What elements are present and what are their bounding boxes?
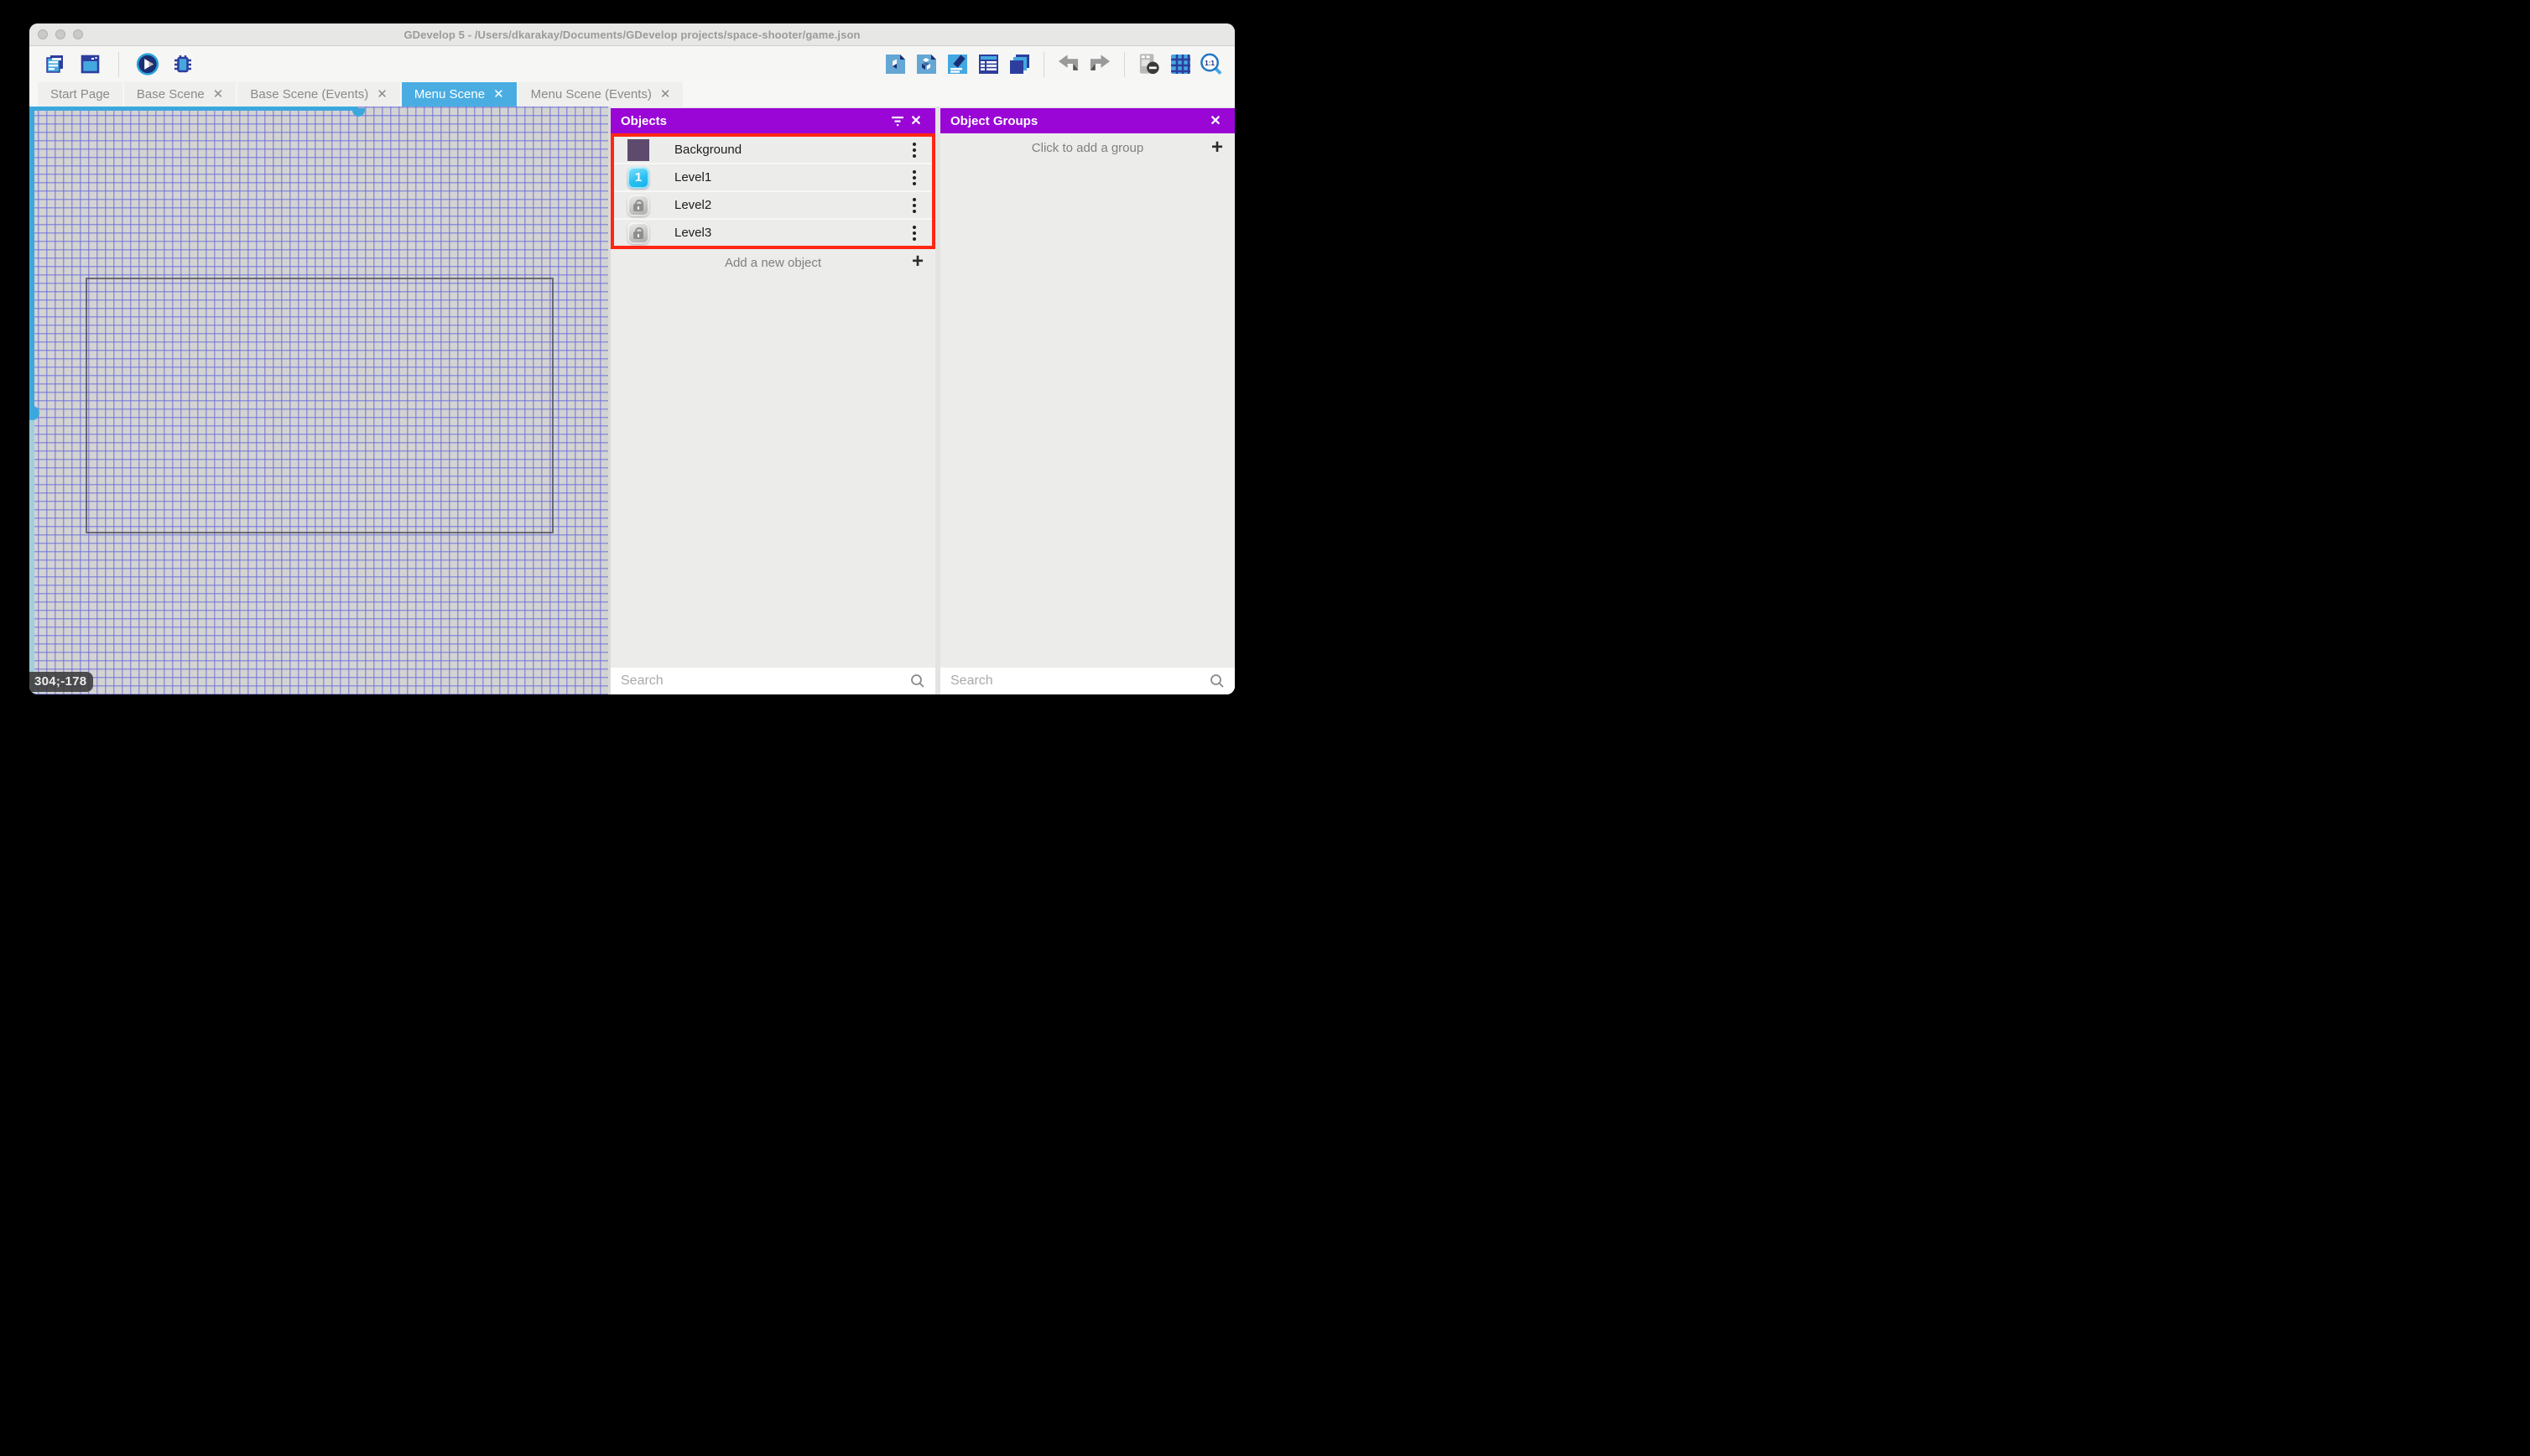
object-row-level1[interactable]: 1 Level1 bbox=[614, 164, 932, 192]
close-icon[interactable]: ✕ bbox=[660, 88, 671, 101]
groups-search-bar bbox=[940, 668, 1235, 694]
add-group-button[interactable]: + bbox=[1211, 138, 1223, 158]
object-name: Level2 bbox=[674, 198, 712, 212]
lock-icon bbox=[633, 226, 643, 239]
app-window: GDevelop 5 - /Users/dkarakay/Documents/G… bbox=[29, 23, 1235, 694]
object-row-level2[interactable]: Level2 bbox=[614, 192, 932, 220]
tutorial-highlight-box: Background 1 Level1 Level2 Level3 bbox=[611, 133, 935, 249]
undo-icon[interactable] bbox=[1057, 53, 1080, 76]
groups-search-input[interactable] bbox=[949, 673, 1208, 689]
object-name: Background bbox=[674, 143, 742, 157]
tab-menu-scene[interactable]: Menu Scene ✕ bbox=[401, 82, 517, 107]
add-object-button[interactable]: + bbox=[912, 252, 924, 272]
locked-button-thumbnail bbox=[627, 194, 649, 216]
selection-left-edge bbox=[29, 107, 34, 417]
object-row-background[interactable]: Background bbox=[614, 137, 932, 164]
project-manager-icon[interactable] bbox=[43, 53, 66, 76]
add-object-label: Add a new object bbox=[724, 255, 822, 270]
window-title: GDevelop 5 - /Users/dkarakay/Documents/G… bbox=[403, 28, 861, 41]
add-object-row[interactable]: Add a new object + bbox=[611, 249, 935, 276]
zoom-original-icon[interactable]: 1:1 bbox=[1200, 53, 1223, 76]
toggle-grid-icon[interactable] bbox=[1169, 53, 1192, 76]
toggle-instances-mask-icon[interactable] bbox=[1137, 53, 1161, 76]
objects-panel: Objects ✕ Background 1 Level1 Level2 Lev… bbox=[611, 107, 935, 694]
redo-icon[interactable] bbox=[1088, 53, 1111, 76]
scene-window-frame bbox=[86, 278, 554, 533]
launch-debugger-icon[interactable] bbox=[171, 53, 195, 76]
search-icon[interactable] bbox=[908, 672, 927, 690]
object-groups-panel-title: Object Groups bbox=[950, 113, 1039, 128]
objects-search-bar bbox=[611, 668, 935, 694]
minimize-window-button[interactable] bbox=[55, 29, 65, 39]
toolbar-separator bbox=[1124, 51, 1125, 77]
objects-panel-title: Objects bbox=[621, 113, 668, 128]
scene-window-icon[interactable] bbox=[78, 53, 102, 76]
open-properties-panel-icon[interactable] bbox=[945, 53, 969, 76]
object-menu-icon[interactable] bbox=[910, 168, 919, 188]
close-icon[interactable]: ✕ bbox=[907, 112, 925, 130]
close-icon[interactable]: ✕ bbox=[213, 88, 224, 101]
selection-top-edge bbox=[29, 107, 358, 111]
selection-handle-top[interactable] bbox=[352, 108, 365, 117]
search-icon[interactable] bbox=[1208, 672, 1226, 690]
add-group-row[interactable]: Click to add a group + bbox=[940, 133, 1235, 162]
filter-icon[interactable] bbox=[888, 112, 907, 130]
object-row-level3[interactable]: Level3 bbox=[614, 220, 932, 246]
object-menu-icon[interactable] bbox=[910, 140, 919, 160]
add-group-label: Click to add a group bbox=[1031, 140, 1144, 155]
tab-base-scene[interactable]: Base Scene ✕ bbox=[123, 82, 237, 107]
objects-panel-header: Objects ✕ bbox=[611, 108, 935, 133]
scene-editor-canvas[interactable]: 304;-178 bbox=[29, 107, 608, 694]
object-menu-icon[interactable] bbox=[910, 223, 919, 243]
close-icon[interactable]: ✕ bbox=[1206, 112, 1225, 130]
object-name: Level1 bbox=[674, 170, 712, 185]
open-layers-panel-icon[interactable] bbox=[1007, 53, 1031, 76]
selection-left-edge-lower bbox=[29, 417, 34, 694]
svg-text:1:1: 1:1 bbox=[1205, 60, 1215, 67]
level-one-button-thumbnail: 1 bbox=[627, 166, 649, 189]
launch-preview-icon[interactable] bbox=[136, 53, 159, 76]
title-bar: GDevelop 5 - /Users/dkarakay/Documents/G… bbox=[29, 23, 1235, 46]
close-icon[interactable]: ✕ bbox=[377, 88, 388, 101]
tab-bar: Start Page Base Scene ✕ Base Scene (Even… bbox=[29, 82, 1235, 107]
selection-handle-left[interactable] bbox=[29, 406, 39, 420]
object-name: Level3 bbox=[674, 226, 712, 240]
cursor-coordinates-badge: 304;-178 bbox=[29, 672, 94, 692]
lock-icon bbox=[633, 199, 643, 211]
open-object-groups-panel-icon[interactable] bbox=[914, 53, 938, 76]
object-menu-icon[interactable] bbox=[910, 195, 919, 216]
tab-menu-scene-events[interactable]: Menu Scene (Events) ✕ bbox=[518, 82, 684, 107]
traffic-lights bbox=[38, 29, 83, 39]
open-instances-list-icon[interactable] bbox=[976, 53, 1000, 76]
toolbar-separator bbox=[118, 51, 119, 77]
object-groups-panel: Object Groups ✕ Click to add a group + bbox=[940, 107, 1235, 694]
tab-base-scene-events[interactable]: Base Scene (Events) ✕ bbox=[237, 82, 400, 107]
maximize-window-button[interactable] bbox=[73, 29, 83, 39]
purple-square-thumbnail bbox=[627, 138, 649, 161]
open-objects-panel-icon[interactable] bbox=[883, 53, 907, 76]
toolbar: 1:1 bbox=[29, 46, 1235, 82]
close-icon[interactable]: ✕ bbox=[493, 88, 504, 101]
objects-search-input[interactable] bbox=[619, 673, 908, 689]
close-window-button[interactable] bbox=[38, 29, 48, 39]
locked-button-thumbnail bbox=[627, 221, 649, 244]
tab-start-page[interactable]: Start Page bbox=[38, 82, 122, 107]
object-groups-panel-header: Object Groups ✕ bbox=[940, 108, 1235, 133]
